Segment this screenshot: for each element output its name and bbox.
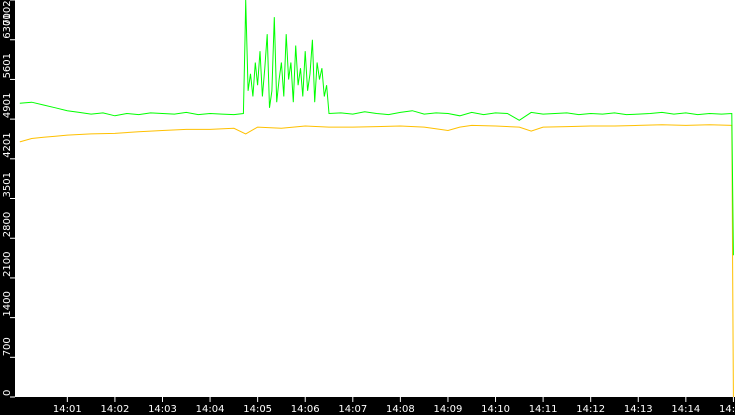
x-tick-label: 14:02 [100,404,129,415]
y-tick-label: 700 [2,337,13,356]
x-tick-label: 14:10 [481,404,510,415]
y-tick-label: 4901 [2,93,13,118]
chart-svg: 0700140021002800350142014901560163017002… [0,0,735,415]
x-tick-label: 14:13 [624,404,653,415]
y-tick-label: 2800 [2,212,13,237]
x-tick-label: 14:11 [529,404,558,415]
x-tick-label: 14:15 [719,404,735,415]
x-tick-label: 14:09 [434,404,463,415]
series-line-green [19,0,734,256]
y-tick-label: 4201 [2,132,13,157]
x-tick-label: 14:08 [386,404,415,415]
y-tick-label: 2100 [2,251,13,276]
x-tick-label: 14:04 [196,404,225,415]
x-tick-label: 14:14 [671,404,700,415]
x-tick-label: 14:06 [291,404,320,415]
y-tick-label: 3501 [2,172,13,197]
chart: 0 700 1400 2100 2800 3501 4201 4901 5601 6301 7002… [0,0,735,415]
y-tick-label: 1400 [2,291,13,316]
x-tick-label: 14:05 [243,404,272,415]
y-tick-label: 5601 [2,53,13,78]
x-tick-label: 14:03 [148,404,177,415]
x-tick-label: 14:07 [338,404,367,415]
plot-area [19,0,734,398]
x-tick-label: 14:12 [576,404,605,415]
x-tick-label: 14:01 [53,404,82,415]
series-line-orange [19,124,734,398]
y-tick-label: 7002 [2,0,13,25]
y-tick-label: 0 [2,390,13,396]
